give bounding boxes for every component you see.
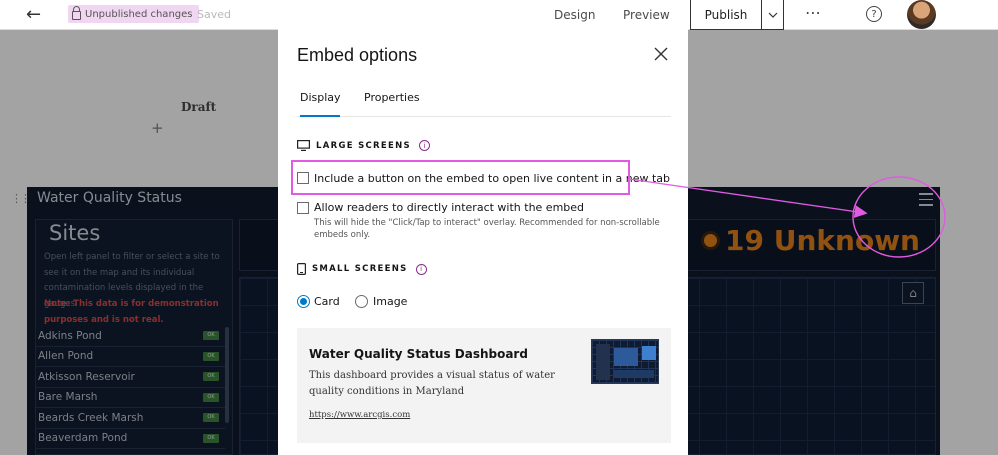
card-radio-label[interactable]: Card — [314, 295, 340, 308]
card-radio[interactable] — [297, 295, 310, 308]
allow-interact-label[interactable]: Allow readers to directly interact with … — [314, 201, 584, 214]
card-preview: Water Quality Status Dashboard This dash… — [297, 328, 671, 443]
large-screens-label: LARGE SCREENS — [316, 140, 411, 151]
close-icon[interactable] — [652, 45, 670, 63]
image-radio-label[interactable]: Image — [373, 295, 407, 308]
design-tab[interactable]: Design — [554, 8, 595, 22]
avatar[interactable] — [907, 0, 936, 29]
dialog-title: Embed options — [297, 45, 418, 65]
unpublished-changes-label: Unpublished changes — [85, 8, 193, 20]
card-description: This dashboard provides a visual status … — [309, 370, 555, 397]
large-screens-heading: LARGE SCREENS i — [297, 140, 430, 151]
unpublished-changes-badge[interactable]: Unpublished changes — [68, 5, 199, 23]
top-bar: ← Unpublished changes Saved Design Previ… — [0, 0, 998, 30]
embed-options-dialog: Embed options Display Properties LARGE S… — [278, 29, 688, 455]
card-thumbnail — [591, 339, 659, 384]
tab-display[interactable]: Display — [300, 91, 341, 117]
allow-interact-checkbox[interactable] — [297, 202, 309, 214]
small-screens-label: SMALL SCREENS — [312, 264, 408, 274]
publish-options-button[interactable] — [762, 0, 784, 30]
chevron-down-icon — [768, 12, 777, 18]
card-title: Water Quality Status Dashboard — [309, 347, 528, 361]
phone-icon — [297, 263, 306, 275]
card-link[interactable]: https://www.arcgis.com — [309, 410, 410, 420]
lock-icon — [72, 6, 81, 20]
tab-properties[interactable]: Properties — [364, 91, 420, 117]
publish-button[interactable]: Publish — [690, 0, 762, 30]
info-icon[interactable]: i — [415, 263, 427, 275]
dialog-tabs: Display Properties — [297, 91, 671, 117]
info-icon[interactable]: i — [418, 140, 430, 151]
saved-status: Saved — [197, 8, 231, 21]
image-radio[interactable] — [355, 295, 368, 308]
annotation-highlight-box — [291, 160, 630, 195]
small-screens-heading: SMALL SCREENS i — [297, 263, 427, 275]
monitor-icon — [297, 140, 310, 151]
preview-tab[interactable]: Preview — [623, 8, 670, 22]
allow-interact-description: This will hide the "Click/Tap to interac… — [314, 218, 660, 240]
arrow-left-icon[interactable]: ← — [26, 4, 41, 25]
help-icon[interactable]: ? — [866, 6, 882, 22]
more-options-icon[interactable]: ⋯ — [805, 3, 822, 22]
